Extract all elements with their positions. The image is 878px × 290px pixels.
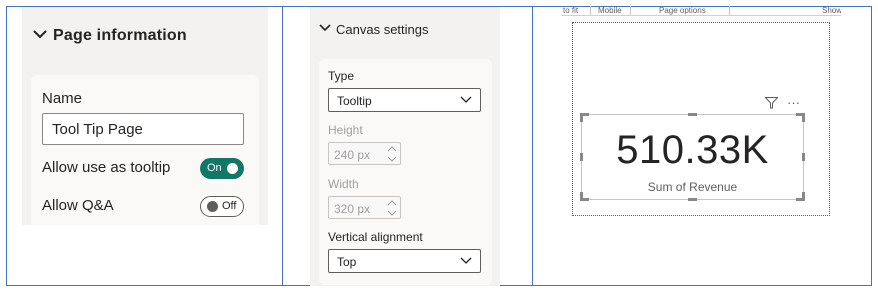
ribbon-strip: to fit Mobile Page options Show — [562, 6, 841, 16]
type-dropdown[interactable]: Tooltip — [328, 88, 481, 112]
card-value: 510.33K — [616, 128, 769, 172]
page-information-header[interactable]: Page information — [22, 7, 268, 65]
ribbon-separator — [590, 6, 591, 15]
card-caption: Sum of Revenue — [647, 180, 738, 194]
vertical-alignment-label: Vertical alignment — [328, 230, 423, 244]
section-title[interactable]: Canvas settings — [336, 22, 429, 37]
tooltip-toggle[interactable]: On — [200, 158, 244, 179]
resize-handle[interactable] — [580, 113, 583, 122]
resize-handle[interactable] — [688, 113, 697, 116]
height-label: Height — [328, 123, 363, 137]
page-name-input[interactable] — [42, 113, 244, 145]
qa-toggle[interactable]: Off — [200, 196, 244, 217]
chevron-down-icon[interactable] — [319, 23, 331, 33]
ribbon-tab-fit[interactable]: to fit — [563, 6, 578, 15]
vertical-alignment-dropdown[interactable]: Top — [328, 249, 481, 273]
ribbon-separator — [630, 6, 631, 15]
qa-label: Allow Q&A — [42, 197, 114, 214]
section-title: Page information — [53, 27, 187, 44]
chevron-down-icon — [460, 96, 472, 103]
width-input[interactable]: 320 px — [328, 196, 401, 219]
resize-handle[interactable] — [802, 192, 805, 201]
canvas-settings-pane: Canvas settings Type Tooltip Height 240 … — [310, 7, 500, 286]
filter-icon[interactable] — [765, 97, 778, 109]
ribbon-tab-page-options[interactable]: Page options — [659, 6, 706, 15]
ribbon-tab-show[interactable]: Show — [822, 6, 841, 15]
panel-divider — [532, 6, 533, 286]
spin-arrows-icon[interactable] — [387, 145, 397, 163]
panel-divider — [282, 6, 283, 286]
spin-arrows-icon[interactable] — [387, 199, 397, 217]
toggle-knob — [227, 163, 238, 174]
height-input[interactable]: 240 px — [328, 142, 401, 165]
height-value: 240 px — [334, 148, 371, 162]
toggle-state: Off — [222, 200, 237, 212]
type-label: Type — [328, 69, 355, 83]
type-dropdown-value: Tooltip — [337, 94, 372, 108]
tooltip-label: Allow use as tooltip — [42, 159, 171, 176]
resize-handle[interactable] — [688, 198, 697, 201]
resize-handle[interactable] — [802, 153, 805, 161]
more-options-icon[interactable]: ··· — [787, 95, 800, 110]
resize-handle[interactable] — [580, 192, 583, 201]
name-label: Name — [42, 90, 83, 107]
width-value: 320 px — [334, 202, 371, 216]
chevron-down-icon — [460, 257, 472, 264]
vertical-alignment-value: Top — [337, 255, 357, 269]
chevron-down-icon[interactable] — [32, 27, 48, 41]
width-label: Width — [328, 177, 359, 191]
ribbon-separator — [729, 6, 730, 15]
resize-handle[interactable] — [580, 153, 583, 161]
toggle-knob — [207, 201, 218, 212]
resize-handle[interactable] — [802, 113, 805, 122]
ribbon-tab-mobile[interactable]: Mobile — [598, 6, 622, 15]
toggle-state: On — [207, 162, 222, 174]
